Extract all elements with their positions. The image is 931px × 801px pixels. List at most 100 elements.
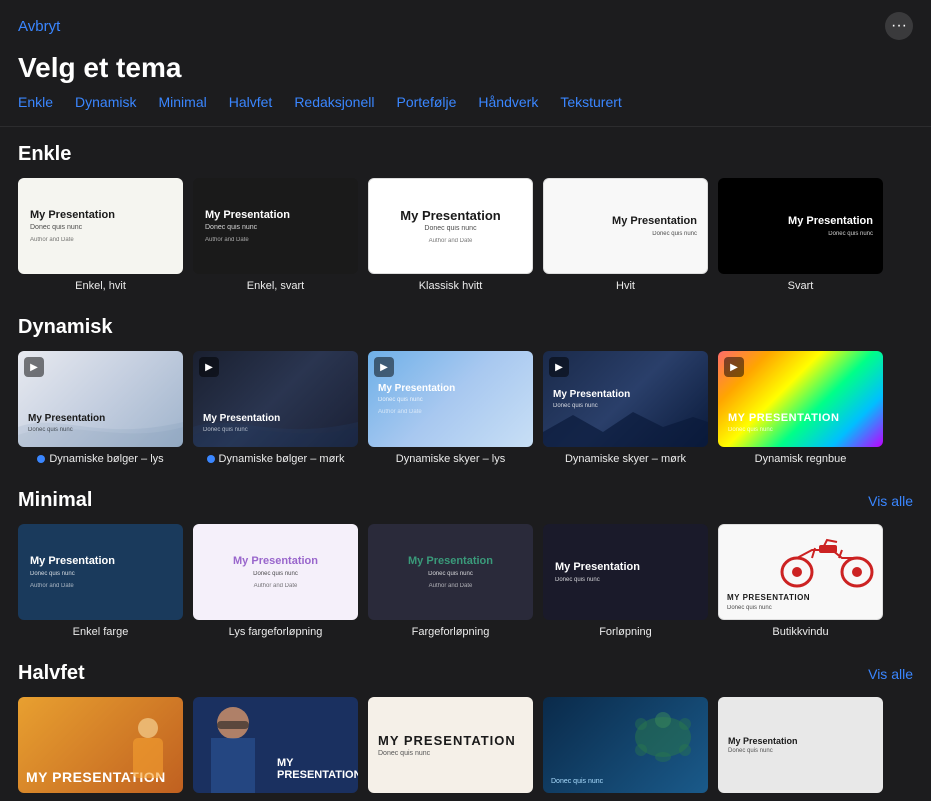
theme-item-svart: My Presentation Donec quis nunc Svart	[718, 178, 883, 292]
theme-item-klassisk-hvitt: My Presentation Donec quis nunc Author a…	[368, 178, 533, 292]
thumb-subtitle: Donec quis nunc	[828, 231, 873, 237]
category-enkle[interactable]: Enkle	[18, 94, 53, 110]
category-minimal[interactable]: Minimal	[159, 94, 207, 110]
theme-thumb-halvfet2[interactable]: My Presentation	[193, 697, 358, 793]
theme-item-halvfet3: My Presentation Donec quis nunc	[368, 697, 533, 793]
dynamisk-theme-grid: ▶ My Presentation Donec quis nunc Dynami…	[18, 351, 913, 465]
theme-thumb-halvfet3[interactable]: My Presentation Donec quis nunc	[368, 697, 533, 793]
theme-label-enkel-farge: Enkel farge	[73, 626, 129, 638]
enkle-section: Enkle My Presentation Donec quis nunc Au…	[0, 127, 931, 300]
thumb-title: My Presentation	[553, 389, 698, 401]
thumb-title: My Presentation	[233, 555, 318, 568]
theme-item-dyn-mork: ▶ My Presentation Donec quis nunc Dynami…	[193, 351, 358, 465]
theme-item-enkel-svart: My Presentation Donec quis nunc Author a…	[193, 178, 358, 292]
category-handverk[interactable]: Håndverk	[478, 94, 538, 110]
theme-item-farge: My Presentation Donec quis nunc Author a…	[368, 524, 533, 638]
theme-thumb-hvit[interactable]: My Presentation Donec quis nunc	[543, 178, 708, 274]
theme-thumb-forlopning[interactable]: My Presentation Donec quis nunc	[543, 524, 708, 620]
thumb-subtitle: Donec quis nunc	[30, 571, 171, 577]
theme-thumb-halvfet1[interactable]: My Presentation	[18, 697, 183, 793]
theme-item-halvfet5: My Presentation Donec quis nunc	[718, 697, 883, 793]
category-nav: Enkle Dynamisk Minimal Halvfet Redaksjon…	[0, 94, 931, 127]
theme-item-dyn-sky-lys: ▶ My Presentation Donec quis nunc Author…	[368, 351, 533, 465]
theme-label-svart: Svart	[788, 280, 814, 292]
halvfet-section-title: Halvfet	[18, 662, 85, 685]
cancel-button[interactable]: Avbryt	[18, 18, 60, 35]
thumb-title: My Presentation	[727, 593, 874, 603]
category-halvfet[interactable]: Halvfet	[229, 94, 273, 110]
theme-item-enkel-hvit: My Presentation Donec quis nunc Author a…	[18, 178, 183, 292]
thumb-title: My Presentation	[555, 561, 696, 574]
overflow-hint	[893, 524, 907, 638]
thumb-author: Author and Date	[205, 237, 346, 243]
theme-label-dyn-lys: Dynamiske bølger – lys	[37, 453, 163, 465]
theme-label-forlopning: Forløpning	[599, 626, 652, 638]
thumb-subtitle: Donec quis nunc	[205, 224, 346, 231]
theme-thumb-halvfet4[interactable]: Donec quis nunc	[543, 697, 708, 793]
thumb-subtitle: Donec quis nunc	[424, 225, 476, 232]
theme-item-lys-farge: My Presentation Donec quis nunc Author a…	[193, 524, 358, 638]
theme-item-dyn-regnbue: ▶ My Presentation Donec quis nunc Dynami…	[718, 351, 883, 465]
halvfet-see-all[interactable]: Vis alle	[868, 666, 913, 682]
thumb-subtitle: Donec quis nunc	[728, 748, 873, 754]
category-portefolje[interactable]: Portefølje	[396, 94, 456, 110]
theme-thumb-dyn-regnbue[interactable]: ▶ My Presentation Donec quis nunc	[718, 351, 883, 447]
thumb-title: My Presentation	[788, 215, 873, 228]
category-redaksjonell[interactable]: Redaksjonell	[294, 94, 374, 110]
thumb-author: Author and Date	[429, 238, 473, 244]
thumb-subtitle: Donec quis nunc	[728, 427, 873, 433]
theme-thumb-dyn-sky-lys[interactable]: ▶ My Presentation Donec quis nunc Author…	[368, 351, 533, 447]
theme-item-dyn-lys: ▶ My Presentation Donec quis nunc Dynami…	[18, 351, 183, 465]
thumb-title: My Presentation	[400, 208, 500, 224]
theme-item-forlopning: My Presentation Donec quis nunc Forløpni…	[543, 524, 708, 638]
dynamisk-section-header: Dynamisk	[18, 316, 913, 339]
theme-thumb-dyn-sky-mork[interactable]: ▶ My Presentation Donec quis nunc	[543, 351, 708, 447]
enkle-section-header: Enkle	[18, 143, 913, 166]
thumb-subtitle: Donec quis nunc	[652, 231, 697, 237]
category-teksturert[interactable]: Teksturert	[560, 94, 621, 110]
theme-thumb-dyn-mork[interactable]: ▶ My Presentation Donec quis nunc	[193, 351, 358, 447]
thumb-title: My Presentation	[378, 733, 523, 748]
thumb-subtitle: Donec quis nunc	[378, 750, 523, 757]
more-button[interactable]: ···	[885, 12, 913, 40]
theme-thumb-butikk[interactable]: My Presentation Donec quis nunc	[718, 524, 883, 620]
theme-thumb-enkel-svart[interactable]: My Presentation Donec quis nunc Author a…	[193, 178, 358, 274]
thumb-subtitle: Donec quis nunc	[30, 224, 171, 231]
theme-label-klassisk-hvitt: Klassisk hvitt	[419, 280, 483, 292]
theme-thumb-dyn-lys[interactable]: ▶ My Presentation Donec quis nunc	[18, 351, 183, 447]
dynamisk-section-title: Dynamisk	[18, 316, 113, 339]
theme-thumb-klassisk-hvitt[interactable]: My Presentation Donec quis nunc Author a…	[368, 178, 533, 274]
thumb-subtitle: Donec quis nunc	[727, 605, 874, 611]
thumb-author: Author and Date	[378, 409, 523, 415]
theme-item-halvfet2: My Presentation	[193, 697, 358, 793]
page-title: Velg et tema	[0, 48, 931, 94]
theme-thumb-farge[interactable]: My Presentation Donec quis nunc Author a…	[368, 524, 533, 620]
category-dynamisk[interactable]: Dynamisk	[75, 94, 136, 110]
theme-item-halvfet4: Donec quis nunc	[543, 697, 708, 793]
theme-label-enkel-hvit: Enkel, hvit	[75, 280, 126, 292]
theme-item-halvfet1: My Presentation	[18, 697, 183, 793]
theme-label-lys-farge: Lys fargeforløpning	[229, 626, 323, 638]
thumb-subtitle: Donec quis nunc	[555, 577, 696, 583]
more-icon: ···	[891, 17, 907, 35]
theme-thumb-halvfet5[interactable]: My Presentation Donec quis nunc	[718, 697, 883, 793]
theme-thumb-enkel-farge[interactable]: My Presentation Donec quis nunc Author a…	[18, 524, 183, 620]
theme-thumb-lys-farge[interactable]: My Presentation Donec quis nunc Author a…	[193, 524, 358, 620]
thumb-subtitle: Donec quis nunc	[378, 397, 523, 403]
minimal-see-all[interactable]: Vis alle	[868, 493, 913, 509]
theme-item-dyn-sky-mork: ▶ My Presentation Donec quis nunc Dynami…	[543, 351, 708, 465]
thumb-author: Author and Date	[30, 583, 171, 589]
thumb-title: My Presentation	[728, 736, 873, 746]
theme-label-dyn-mork: Dynamiske bølger – mørk	[207, 453, 345, 465]
overflow-hint-halvfet	[893, 697, 907, 793]
theme-thumb-svart[interactable]: My Presentation Donec quis nunc	[718, 178, 883, 274]
thumb-title: My Presentation	[728, 412, 873, 425]
thumb-subtitle: Donec quis nunc	[428, 571, 473, 577]
thumb-title: My Presentation	[205, 209, 346, 222]
theme-item-hvit: My Presentation Donec quis nunc Hvit	[543, 178, 708, 292]
theme-label-farge: Fargeforløpning	[412, 626, 490, 638]
theme-thumb-enkel-hvit[interactable]: My Presentation Donec quis nunc Author a…	[18, 178, 183, 274]
dot-icon	[37, 455, 45, 463]
dynamisk-section: Dynamisk ▶ My Presentation Donec quis nu…	[0, 300, 931, 473]
minimal-section-title: Minimal	[18, 489, 92, 512]
